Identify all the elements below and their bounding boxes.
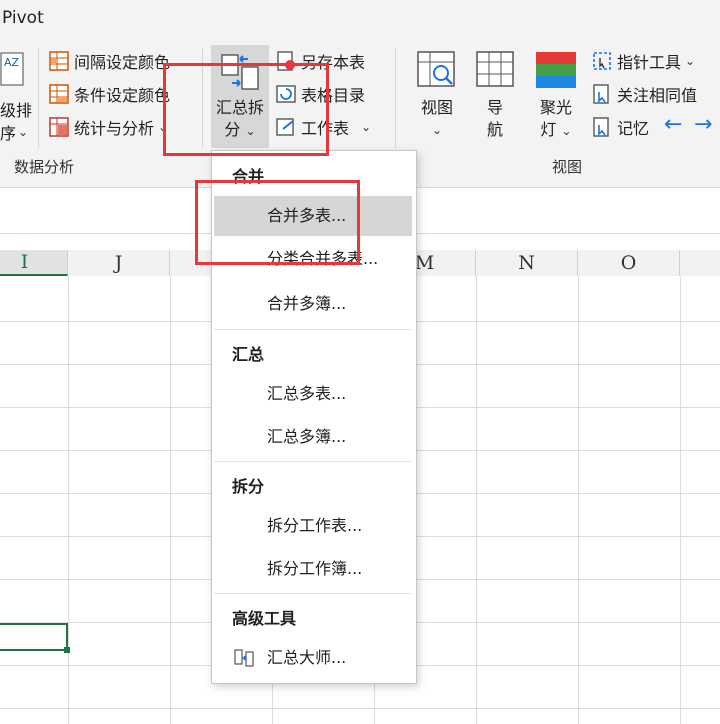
selected-cell[interactable]	[0, 623, 70, 653]
pointer-tool-label: 指针工具	[617, 53, 682, 72]
sort-icon-a: AZ	[4, 56, 20, 69]
column-header[interactable]: N	[476, 250, 578, 276]
menu-item-split-worksheet[interactable]: 拆分工作表...	[214, 506, 412, 546]
arrow-left-icon[interactable]: ←	[664, 112, 682, 137]
menu-divider	[214, 593, 412, 594]
chevron-down-icon[interactable]: ⌄	[18, 121, 28, 140]
summary-split-icon[interactable]	[218, 53, 262, 93]
spotlight-label-2-wrap: 灯 ⌄	[530, 119, 582, 142]
menu-section-merge: 合并	[232, 167, 265, 186]
pointer-tool-icon	[591, 50, 613, 72]
ribbon-separator	[202, 48, 203, 148]
column-header[interactable]: I	[0, 250, 68, 276]
menu-item-summary-workbooks[interactable]: 汇总多簿...	[214, 417, 412, 457]
menu-section-advanced: 高级工具	[232, 609, 297, 628]
spotlight-button[interactable]: 聚光 灯 ⌄	[530, 97, 582, 142]
worksheet-icon	[275, 116, 297, 138]
grid-line	[68, 276, 69, 724]
menu-item-merge-sheets[interactable]: 合并多表...	[214, 196, 412, 236]
stats-analysis-label: 统计与分析	[74, 119, 155, 138]
view-button[interactable]: 视图 ⌄	[412, 97, 462, 141]
table-toc-label: 表格目录	[301, 86, 366, 105]
save-sheet-label: 另存本表	[301, 53, 366, 72]
focus-same-value-icon	[591, 83, 613, 105]
condition-color-button[interactable]: 条件设定颜色	[48, 81, 170, 107]
view-label: 视图	[420, 98, 453, 117]
column-header[interactable]: O	[578, 250, 680, 276]
pointer-tool-button[interactable]: 指针工具 ⌄	[591, 48, 695, 74]
memory-button[interactable]: 记忆	[591, 114, 649, 140]
summary-split-label-text: 分	[224, 120, 241, 139]
save-sheet-button[interactable]: 另存本表	[275, 48, 365, 74]
condition-grid-icon	[48, 83, 70, 105]
menu-item-merge-workbooks[interactable]: 合并多簿...	[214, 284, 412, 324]
column-header[interactable]: J	[68, 250, 170, 276]
summary-split-label[interactable]: 汇总拆 分 ⌄	[211, 97, 269, 142]
stats-grid-icon	[48, 116, 70, 138]
chevron-down-icon: ⌄	[561, 124, 572, 138]
menu-section-split: 拆分	[232, 477, 265, 496]
worksheet-button[interactable]: 工作表 ⌄	[275, 114, 371, 140]
worksheet-label: 工作表	[301, 119, 350, 138]
navigation-icon[interactable]	[475, 50, 515, 90]
chevron-down-icon: ⌄	[431, 123, 443, 137]
navigation-button[interactable]: 导 航	[475, 97, 515, 141]
stats-analysis-button[interactable]: 统计与分析 ⌄	[48, 114, 168, 140]
chevron-down-icon: ⌄	[685, 54, 696, 68]
menu-section-summary: 汇总	[232, 345, 265, 364]
condition-color-label: 条件设定颜色	[74, 86, 171, 105]
column-header[interactable]	[680, 250, 720, 276]
focus-same-value-button[interactable]: 关注相同值	[591, 81, 697, 107]
navigation-label-1: 导	[486, 98, 503, 117]
ribbon-separator	[395, 48, 396, 148]
memory-label: 记忆	[617, 119, 650, 138]
focus-same-value-label: 关注相同值	[617, 86, 698, 105]
menu-item-split-workbook[interactable]: 拆分工作簿...	[214, 549, 412, 589]
menu-item-summary-sheets[interactable]: 汇总多表...	[214, 374, 412, 414]
spotlight-label-2: 灯	[540, 120, 557, 139]
table-toc-icon	[275, 83, 297, 105]
memory-icon	[591, 116, 613, 138]
save-sheet-icon	[275, 50, 297, 72]
arrow-right-icon[interactable]: →	[694, 112, 712, 137]
grid-line	[578, 276, 579, 724]
interval-color-button[interactable]: 间隔设定颜色	[48, 48, 170, 74]
menu-divider	[214, 329, 412, 330]
summary-split-menu: 合并 合并多表... 分类合并多表... 合并多簿... 汇总 汇总多表... …	[211, 150, 417, 684]
sort-icon[interactable]: AZ	[0, 52, 26, 86]
grid-line	[476, 276, 477, 724]
chevron-down-icon: ⌄	[361, 120, 372, 134]
grid-line	[0, 708, 720, 709]
spotlight-label-1: 聚光	[539, 98, 572, 117]
sort-label-2: 序	[0, 124, 17, 143]
table-toc-button[interactable]: 表格目录	[275, 81, 365, 107]
menu-divider	[214, 461, 412, 462]
menu-item-category-merge[interactable]: 分类合并多表...	[214, 239, 412, 279]
ribbon-separator	[38, 48, 39, 148]
navigation-label-2: 航	[486, 120, 503, 139]
chevron-down-icon: ⌄	[158, 120, 169, 134]
sort-label[interactable]: 级排	[0, 97, 32, 121]
group-label-data-analysis: 数据分析	[14, 158, 75, 176]
grid-line	[170, 276, 171, 724]
spotlight-icon[interactable]	[535, 50, 577, 90]
summary-split-label-line2: 分 ⌄	[211, 119, 269, 142]
view-icon[interactable]	[416, 50, 456, 90]
interval-color-label: 间隔设定颜色	[74, 53, 171, 72]
summary-split-label-line1: 汇总拆	[215, 98, 264, 117]
group-label-view: 视图	[552, 158, 583, 176]
menu-item-summary-master[interactable]: 汇总大师...	[214, 638, 412, 678]
grid-color-icon	[48, 50, 70, 72]
chevron-down-icon: ⌄	[245, 124, 256, 138]
tab-title[interactable]: Pivot	[2, 8, 44, 28]
grid-line	[680, 276, 681, 724]
